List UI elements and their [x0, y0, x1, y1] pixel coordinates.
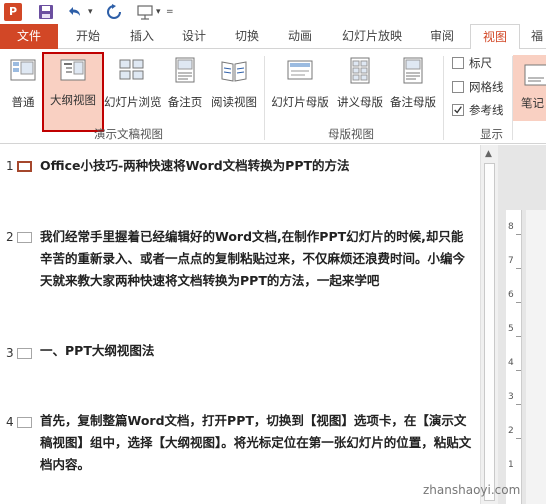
- customize-qat-icon[interactable]: =: [166, 3, 176, 21]
- slide-thumbnail-icon[interactable]: [17, 161, 32, 172]
- undo-dropdown-icon[interactable]: ▾: [88, 3, 96, 21]
- slide-thumbnail-icon[interactable]: [17, 232, 32, 243]
- ruler-checkbox-label: 标尺: [469, 56, 492, 70]
- reading-view-icon: [221, 61, 247, 82]
- ruler-tick: [516, 302, 521, 303]
- present-dropdown-icon[interactable]: ▾: [156, 3, 164, 21]
- ruler-tick: [516, 370, 521, 371]
- gridlines-checkbox-box[interactable]: [452, 81, 464, 93]
- checkmark-icon: [454, 106, 462, 114]
- group-separator: [264, 56, 265, 140]
- save-icon[interactable]: [38, 3, 54, 21]
- tab-slideshow[interactable]: 幻灯片放映: [334, 24, 410, 49]
- notes-page-button[interactable]: 备注页: [164, 56, 206, 114]
- presentation-views-group-label: 演示文稿视图: [94, 127, 163, 141]
- undo-icon[interactable]: [66, 3, 82, 21]
- tab-transitions[interactable]: 切换: [229, 24, 265, 49]
- powerpoint-icon[interactable]: P: [4, 3, 22, 21]
- watermark-text: zhanshaoyi.com: [423, 483, 521, 497]
- reading-view-button[interactable]: 阅读视图: [207, 56, 261, 114]
- slide-sorter-icon: [119, 59, 144, 80]
- slide-canvas-edge: [526, 210, 546, 504]
- notes-toggle-label: 笔记: [521, 96, 544, 110]
- slide-master-label: 幻灯片母版: [271, 95, 329, 109]
- present-icon[interactable]: [136, 3, 154, 21]
- ruler-tick: [516, 438, 521, 439]
- tab-home[interactable]: 开始: [70, 24, 106, 49]
- slide-title-text[interactable]: 一、PPT大纲视图法: [40, 340, 472, 362]
- ribbon-tabs: 文件 开始 插入 设计 切换 动画 幻灯片放映 审阅 视图 福: [0, 24, 546, 50]
- ruler-mark: 4: [508, 358, 514, 368]
- handout-master-label: 讲义母版: [337, 95, 383, 109]
- show-group-label: 显示: [480, 127, 503, 141]
- slide-sorter-label: 幻灯片浏览: [104, 95, 162, 109]
- normal-view-button[interactable]: 普通: [4, 56, 42, 114]
- notes-master-button[interactable]: 备注母版: [388, 56, 438, 114]
- notes-toggle-button[interactable]: 笔记: [513, 55, 546, 121]
- redo-icon[interactable]: [106, 3, 122, 21]
- slide-number: 3: [6, 346, 14, 360]
- slide-sorter-button[interactable]: 幻灯片浏览: [104, 56, 162, 114]
- notes-page-label: 备注页: [167, 95, 203, 109]
- ruler-tick: [516, 336, 521, 337]
- slide-master-button[interactable]: 幻灯片母版: [268, 56, 332, 114]
- tab-partial[interactable]: 福: [528, 24, 546, 49]
- slide-thumbnail-icon[interactable]: [17, 348, 32, 359]
- gridlines-checkbox-label: 网格线: [469, 80, 504, 94]
- guides-checkbox-box[interactable]: [452, 104, 464, 116]
- tab-animations[interactable]: 动画: [282, 24, 318, 49]
- tab-view[interactable]: 视图: [470, 24, 520, 50]
- powerpoint-window: { "qat": { "app_icon_letter": "P", "icon…: [0, 0, 546, 504]
- slide-body-text[interactable]: 我们经常手里握着已经编辑好的Word文档,在制作PPT幻灯片的时候,却只能辛苦的…: [40, 226, 472, 292]
- notes-master-icon: [403, 57, 423, 84]
- notes-icon: [524, 64, 546, 86]
- slide-thumbnail-icon[interactable]: [17, 417, 32, 428]
- ruler-mark: 5: [508, 324, 514, 334]
- normal-view-label: 普通: [11, 95, 35, 109]
- ruler-mark: 1: [508, 460, 514, 470]
- handout-master-icon: [350, 57, 370, 84]
- reading-view-label: 阅读视图: [211, 95, 257, 109]
- outline-pane[interactable]: 1 Office小技巧-两种快速将Word文档转换为PPT的方法 2 我们经常手…: [0, 145, 480, 504]
- notes-page-icon: [175, 57, 195, 83]
- tab-insert[interactable]: 插入: [124, 24, 160, 49]
- handout-master-button[interactable]: 讲义母版: [334, 56, 386, 114]
- slide-body-text[interactable]: 首先，复制整篇Word文档，打开PPT，切换到【视图】选项卡，在【演示文稿视图】…: [40, 410, 472, 476]
- tab-file[interactable]: 文件: [0, 24, 58, 49]
- scroll-up-icon[interactable]: ▲: [485, 149, 492, 159]
- slide-master-icon: [287, 60, 313, 80]
- tab-review[interactable]: 审阅: [424, 24, 460, 49]
- slide-title-text[interactable]: Office小技巧-两种快速将Word文档转换为PPT的方法: [40, 155, 472, 177]
- vertical-ruler: 8 7 6 5 4 3 2 1: [506, 210, 522, 504]
- tab-design[interactable]: 设计: [176, 24, 212, 49]
- ruler-mark: 2: [508, 426, 514, 436]
- ruler-tick: [516, 404, 521, 405]
- master-views-group-label: 母版视图: [328, 127, 374, 141]
- normal-view-icon: [10, 59, 36, 81]
- annotation-highlight-box: [42, 52, 104, 132]
- outline-scrollbar[interactable]: ▲: [480, 145, 498, 504]
- scrollbar-thumb[interactable]: [484, 163, 495, 501]
- slide-number: 1: [6, 159, 14, 173]
- slide-number: 2: [6, 230, 14, 244]
- ruler-mark: 8: [508, 222, 514, 232]
- ruler-mark: 7: [508, 256, 514, 266]
- quick-access-toolbar: P ▾ ▾ =: [0, 0, 546, 24]
- ruler-mark: 6: [508, 290, 514, 300]
- ruler-tick: [516, 234, 521, 235]
- slide-number: 4: [6, 415, 14, 429]
- ruler-tick: [516, 268, 521, 269]
- ruler-mark: 3: [508, 392, 514, 402]
- notes-master-label: 备注母版: [390, 95, 436, 109]
- guides-checkbox-label: 参考线: [469, 103, 504, 117]
- ruler-checkbox-box[interactable]: [452, 57, 464, 69]
- group-separator: [443, 56, 444, 140]
